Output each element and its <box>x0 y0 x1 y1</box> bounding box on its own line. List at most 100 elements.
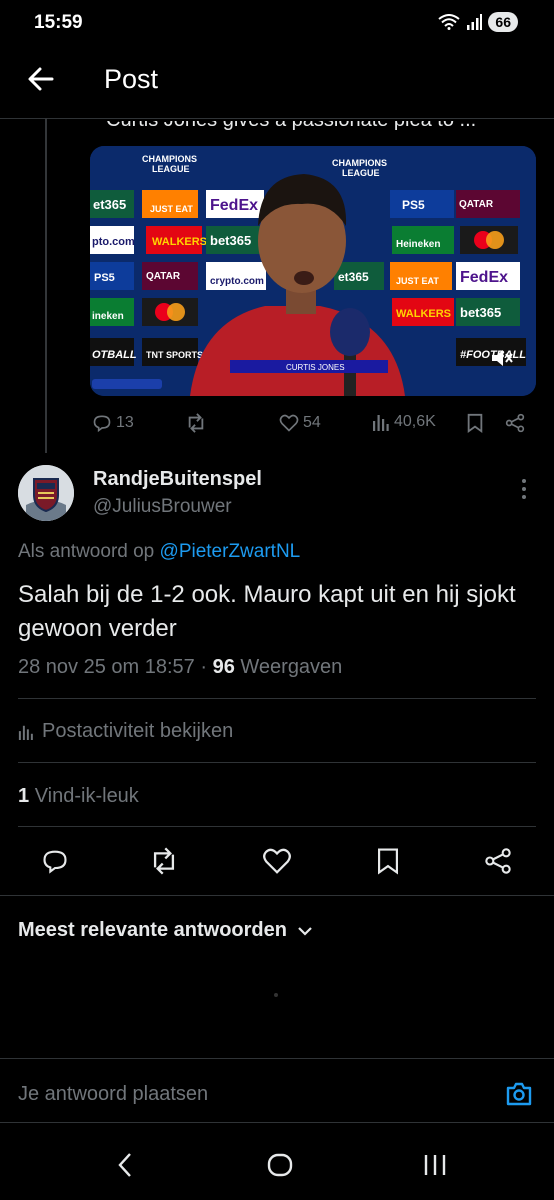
views-count: 96 <box>212 656 235 678</box>
svg-text:QATAR: QATAR <box>146 271 181 282</box>
chevron-down-icon <box>298 926 312 936</box>
meta-separator: · <box>194 656 213 678</box>
section-divider <box>0 895 554 896</box>
quoted-reply-button[interactable]: 13 <box>92 413 134 433</box>
like-button[interactable] <box>262 847 292 877</box>
embedded-video[interactable]: et365 JUST EAT FedEx PS5 QATAR pto.com W… <box>90 146 536 396</box>
svg-text:QATAR: QATAR <box>459 199 494 210</box>
nav-recents-icon <box>424 1155 446 1175</box>
quoted-views-button[interactable]: 40,6K <box>372 413 436 431</box>
likes-summary[interactable]: 1 Vind-ik-leuk <box>18 785 139 808</box>
replies-sort-label: Meest relevante antwoorden <box>18 919 287 941</box>
battery-indicator: 66 <box>488 12 518 32</box>
lower-third-name: CURTIS JONES <box>286 363 345 372</box>
avatar[interactable] <box>18 465 74 521</box>
like-icon <box>279 414 299 432</box>
replies-sort-dropdown[interactable]: Meest relevante antwoorden <box>18 919 313 942</box>
wifi-icon <box>438 14 461 30</box>
user-handle[interactable]: @JuliusBrouwer <box>93 496 232 518</box>
svg-text:WALKERS: WALKERS <box>152 236 207 248</box>
reply-composer-input[interactable]: Je antwoord plaatsen <box>18 1083 208 1106</box>
svg-text:bet365: bet365 <box>210 233 251 248</box>
quoted-like-button[interactable]: 54 <box>279 413 321 433</box>
display-name[interactable]: RandjeBuitenspel <box>93 468 262 491</box>
svg-text:crypto.com: crypto.com <box>210 276 264 287</box>
status-time: 15:59 <box>34 12 83 33</box>
nav-back-icon <box>118 1153 131 1177</box>
replying-mention-link[interactable]: @PieterZwartNL <box>160 541 301 562</box>
reply-icon <box>93 415 111 433</box>
quoted-views-count: 40,6K <box>394 413 436 430</box>
divider <box>18 826 536 827</box>
composer-divider <box>0 1058 554 1059</box>
quoted-like-count: 54 <box>303 414 321 431</box>
quoted-repost-button[interactable] <box>185 413 207 433</box>
avatar-crest-image <box>18 465 74 521</box>
signal-icon <box>467 14 483 30</box>
quoted-share-button[interactable] <box>505 413 525 438</box>
more-options-button[interactable] <box>521 478 527 505</box>
bookmark-button[interactable] <box>375 847 405 877</box>
svg-text:JUST EAT: JUST EAT <box>150 204 193 214</box>
quoted-bookmark-button[interactable] <box>466 413 484 438</box>
replying-prefix: Als antwoord op <box>18 541 155 562</box>
svg-text:Heineken: Heineken <box>396 239 440 250</box>
svg-text:PS5: PS5 <box>94 272 115 284</box>
divider <box>18 762 536 763</box>
page-title: Post <box>104 64 159 94</box>
back-button[interactable] <box>26 64 56 94</box>
svg-text:FedEx: FedEx <box>210 197 258 214</box>
share-button[interactable] <box>484 847 514 877</box>
repost-icon <box>188 413 204 433</box>
svg-text:et365: et365 <box>338 270 369 284</box>
post-text: Salah bij de 1-2 ook. Mauro kapt uit en … <box>18 581 516 642</box>
back-arrow-icon <box>28 67 54 91</box>
quoted-reply-count: 13 <box>116 414 134 431</box>
reply-button[interactable] <box>41 847 71 877</box>
svg-text:TNT SPORTS: TNT SPORTS <box>146 350 203 360</box>
svg-text:ineken: ineken <box>92 311 124 322</box>
video-frame-image: et365 JUST EAT FedEx PS5 QATAR pto.com W… <box>90 146 536 396</box>
loading-indicator <box>274 993 278 997</box>
replying-to: Als antwoord op @PieterZwartNL <box>18 541 300 563</box>
reply-icon <box>43 850 67 874</box>
share-icon <box>505 413 525 433</box>
svg-text:LEAGUE: LEAGUE <box>342 168 380 178</box>
mute-button[interactable] <box>490 347 514 374</box>
post-activity-label: Postactiviteit bekijken <box>42 720 234 742</box>
thread-connector-line <box>45 118 47 453</box>
svg-text:WALKERS: WALKERS <box>396 308 451 320</box>
mute-icon <box>492 350 513 366</box>
svg-text:LEAGUE: LEAGUE <box>152 164 190 174</box>
views-icon <box>18 725 33 740</box>
svg-text:CHAMPIONS: CHAMPIONS <box>142 154 197 164</box>
likes-count: 1 <box>18 785 30 807</box>
post-activity-link[interactable]: Postactiviteit bekijken <box>18 720 233 743</box>
svg-text:OTBALL: OTBALL <box>92 349 137 361</box>
bookmark-icon <box>378 848 398 875</box>
camera-button[interactable] <box>505 1081 533 1112</box>
svg-text:JUST EAT: JUST EAT <box>396 276 439 286</box>
camera-icon <box>506 1082 532 1106</box>
post-timestamp[interactable]: 28 nov 25 om 18:57 <box>18 656 195 678</box>
more-icon <box>522 479 526 499</box>
video-caption: Curtis Jones gives a passionate plea to … <box>106 109 477 131</box>
nav-home-icon <box>267 1153 293 1177</box>
repost-icon <box>153 847 175 875</box>
views-label: Weergaven <box>240 656 343 678</box>
system-back-button[interactable] <box>116 1150 134 1185</box>
repost-button[interactable] <box>148 847 178 877</box>
likes-label: Vind-ik-leuk <box>34 785 139 807</box>
system-home-button[interactable] <box>266 1150 294 1185</box>
system-recents-button[interactable] <box>422 1150 448 1185</box>
bookmark-icon <box>467 413 483 433</box>
svg-text:PS5: PS5 <box>402 198 425 212</box>
svg-text:bet365: bet365 <box>460 305 501 320</box>
svg-text:et365: et365 <box>93 197 126 212</box>
share-icon <box>485 848 511 874</box>
header-divider <box>0 118 554 119</box>
svg-text:CHAMPIONS: CHAMPIONS <box>332 158 387 168</box>
svg-text:FedEx: FedEx <box>460 269 508 286</box>
like-icon <box>263 848 291 874</box>
svg-text:pto.com: pto.com <box>92 236 135 248</box>
